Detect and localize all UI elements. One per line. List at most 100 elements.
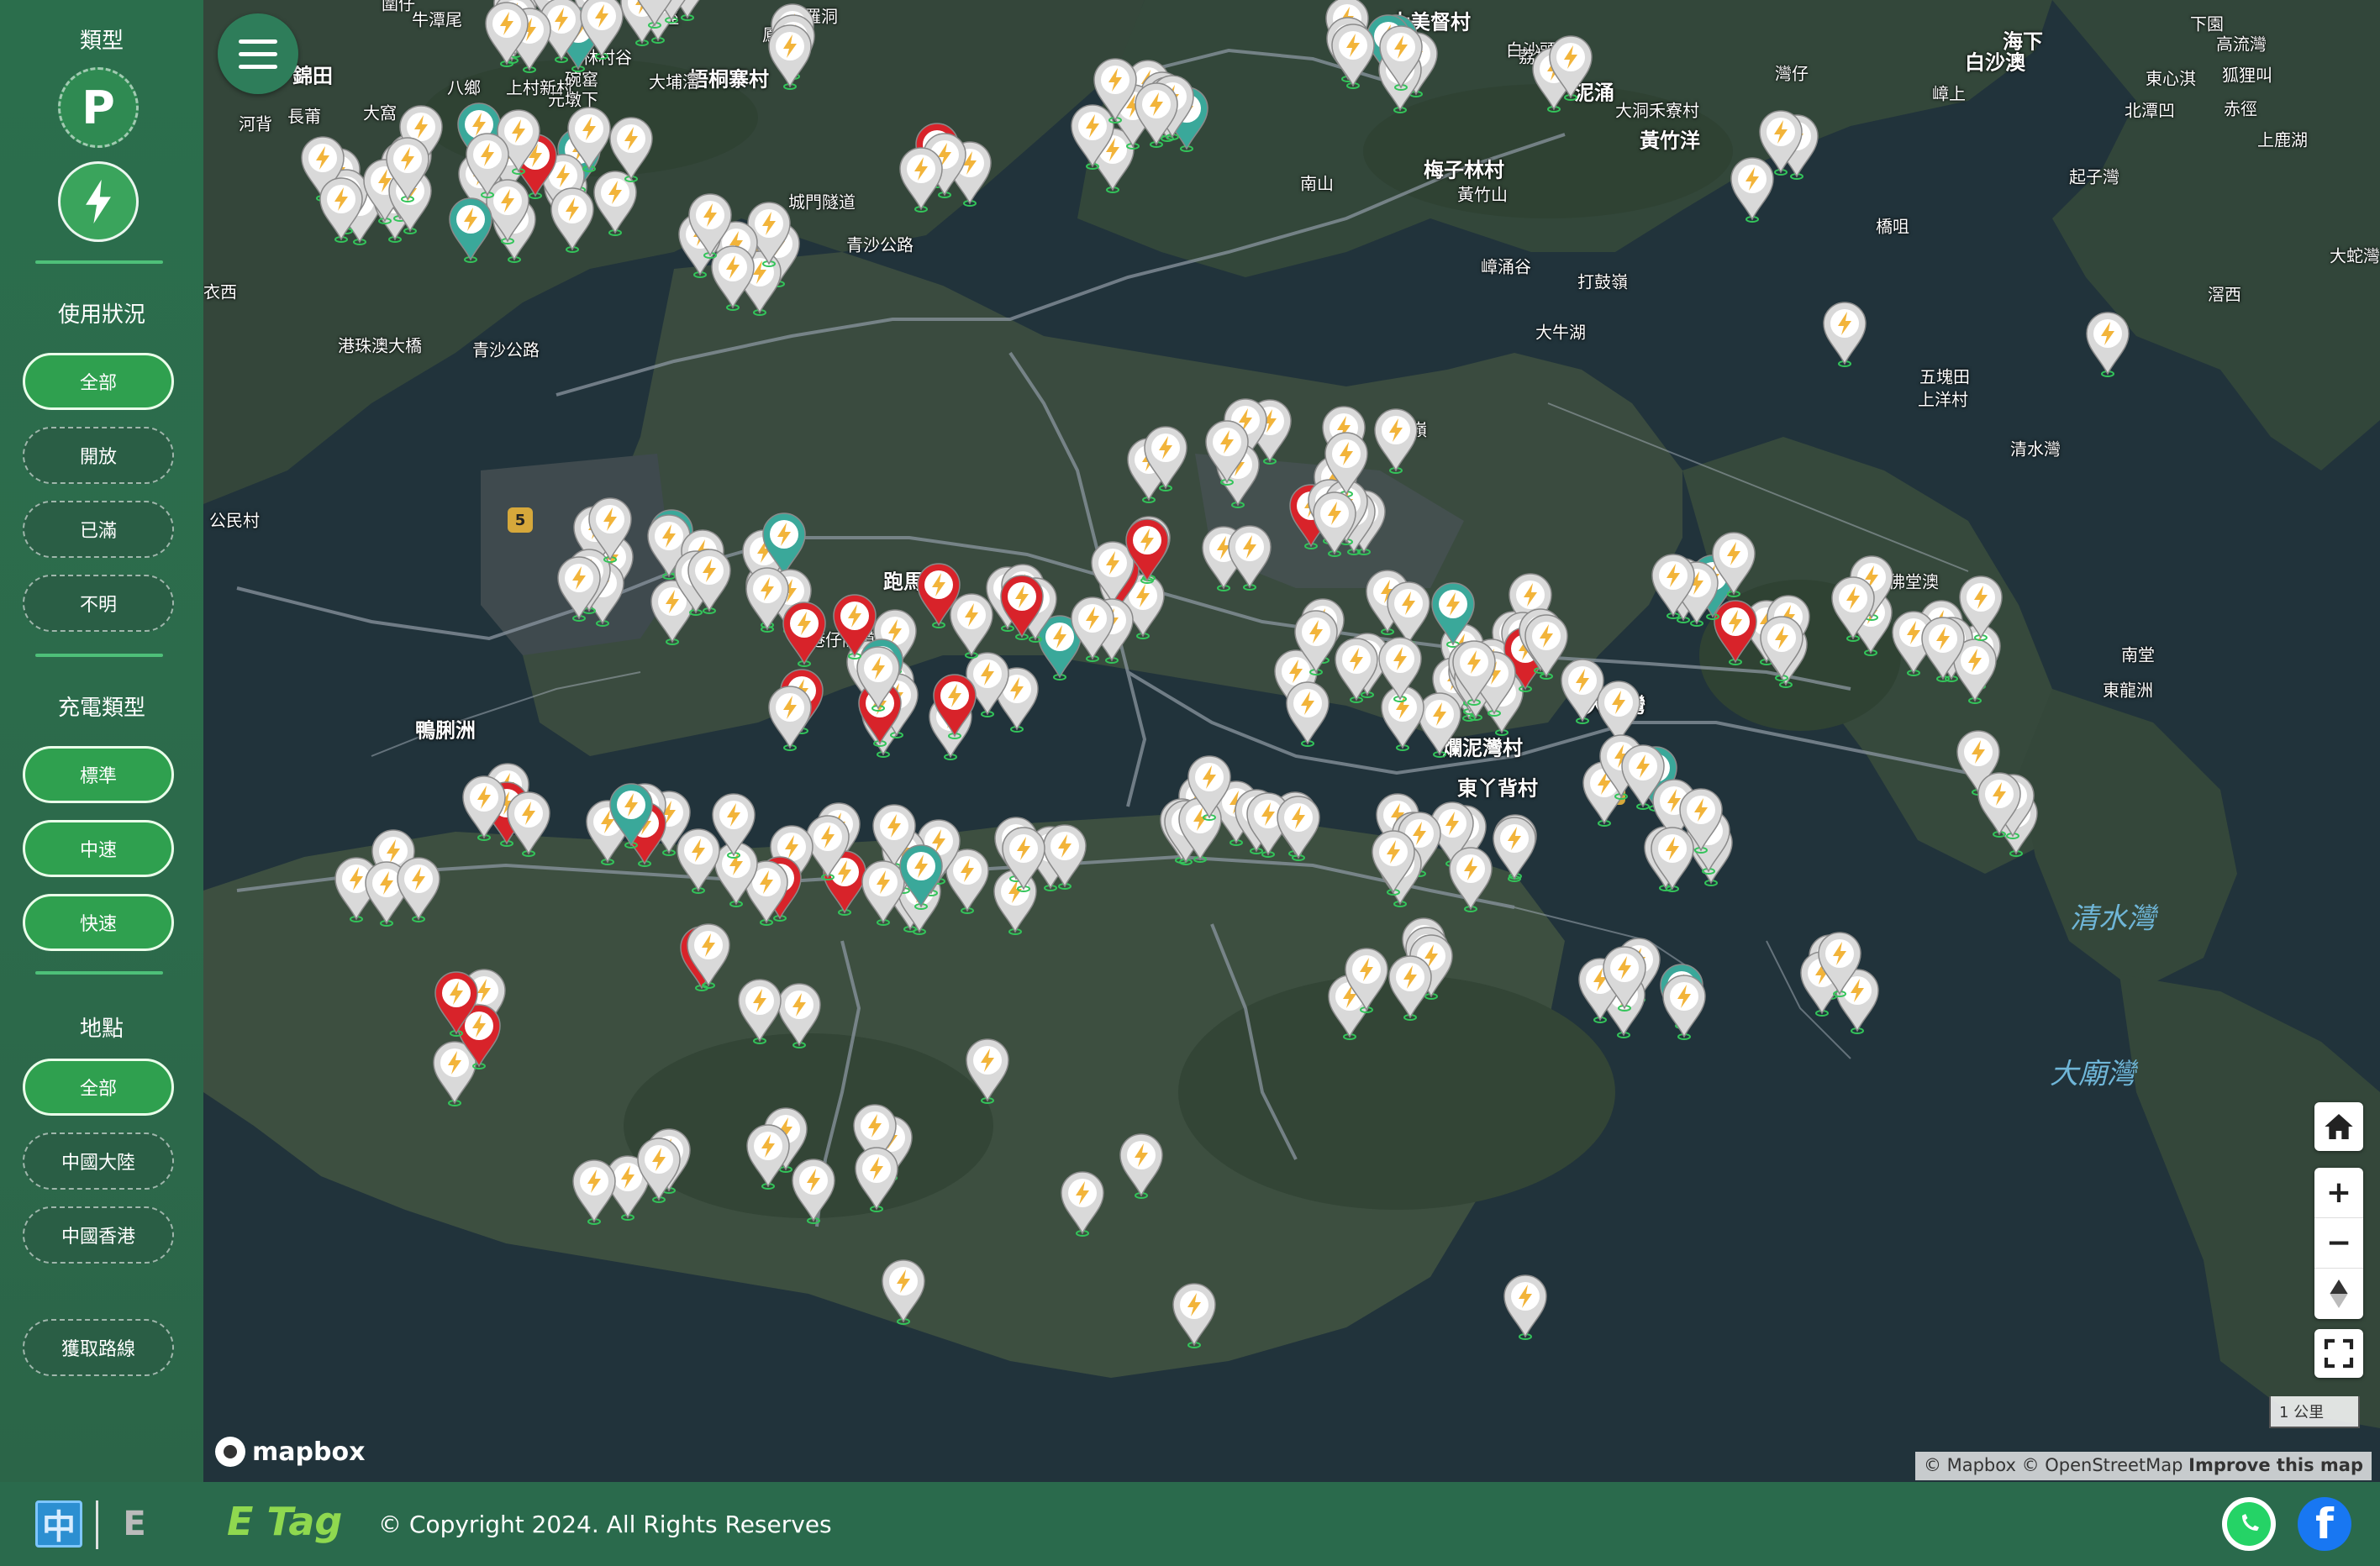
charger-marker[interactable] <box>1141 424 1190 491</box>
charger-marker[interactable] <box>1058 1169 1107 1237</box>
charger-marker[interactable] <box>1369 828 1418 896</box>
charger-marker[interactable] <box>1446 845 1495 912</box>
zoom-out-button[interactable]: − <box>2314 1218 2363 1269</box>
charger-marker[interactable] <box>2083 310 2132 377</box>
charger-marker[interactable] <box>1132 81 1181 148</box>
charger-marker[interactable] <box>630 0 679 29</box>
charger-marker[interactable] <box>766 684 814 752</box>
charger-marker[interactable] <box>432 970 481 1037</box>
charger-marker[interactable] <box>607 115 656 182</box>
charger-marker[interactable] <box>999 825 1048 893</box>
whatsapp-button[interactable] <box>2222 1497 2276 1551</box>
charger-marker[interactable] <box>1649 552 1698 620</box>
charger-marker[interactable] <box>879 1258 928 1325</box>
charger-marker[interactable] <box>607 781 656 849</box>
charger-marker[interactable] <box>1123 517 1172 585</box>
charger-marker[interactable] <box>852 1145 901 1213</box>
charger-marker[interactable] <box>463 131 512 198</box>
charger-marker[interactable] <box>1501 1273 1550 1341</box>
charger-marker[interactable] <box>998 573 1046 641</box>
charger-marker[interactable] <box>963 1037 1012 1104</box>
charge-fast-button[interactable]: 快速 <box>23 894 174 951</box>
charger-marker[interactable] <box>1450 638 1498 707</box>
charging-type-button[interactable] <box>58 161 139 242</box>
charger-marker[interactable] <box>766 23 814 91</box>
charger-marker[interactable] <box>1815 930 1864 997</box>
map-canvas[interactable]: 錦田八鄉上村新村梧桐寨村林村谷碗窰大埔滘元墩下沙羅洞鳳園大美督村白沙頭洲荔枝莊灣… <box>203 0 2380 1482</box>
charger-marker[interactable] <box>1329 22 1377 90</box>
location-hongkong-button[interactable]: 中國香港 <box>23 1206 174 1264</box>
charger-marker[interactable] <box>586 496 634 564</box>
parking-type-button[interactable]: P <box>58 67 139 148</box>
charger-marker[interactable] <box>1225 523 1274 591</box>
charger-marker[interactable] <box>1660 973 1709 1041</box>
charger-marker[interactable] <box>897 843 945 911</box>
facebook-button[interactable]: f <box>2298 1497 2351 1551</box>
charger-marker[interactable] <box>1170 1281 1219 1348</box>
status-full-button[interactable]: 已滿 <box>23 501 174 558</box>
charger-marker[interactable] <box>1310 490 1359 558</box>
location-mainland-button[interactable]: 中國大陸 <box>23 1132 174 1190</box>
charger-marker[interactable] <box>685 547 734 615</box>
charger-marker[interactable] <box>1203 418 1251 486</box>
charger-marker[interactable] <box>383 135 432 202</box>
charger-marker[interactable] <box>1372 407 1420 475</box>
charger-marker[interactable] <box>1728 155 1777 223</box>
charger-marker[interactable] <box>1342 946 1391 1014</box>
charger-marker[interactable] <box>1677 786 1725 854</box>
charger-marker[interactable] <box>1956 574 2005 641</box>
charger-marker[interactable] <box>634 1136 683 1203</box>
get-route-button[interactable]: 獲取路線 <box>23 1319 174 1376</box>
charger-marker[interactable] <box>780 600 829 668</box>
compass-button[interactable] <box>2314 1269 2363 1319</box>
charger-marker[interactable] <box>930 672 979 740</box>
lang-english-button[interactable]: E <box>111 1500 158 1548</box>
mapbox-logo[interactable]: mapbox <box>215 1437 365 1467</box>
zoom-in-button[interactable]: + <box>2314 1168 2363 1218</box>
status-open-button[interactable]: 開放 <box>23 427 174 484</box>
charger-marker[interactable] <box>897 145 945 213</box>
status-all-button[interactable]: 全部 <box>23 353 174 410</box>
charger-marker[interactable] <box>555 554 603 623</box>
charger-marker[interactable] <box>548 186 597 253</box>
charger-marker[interactable] <box>1546 34 1595 101</box>
charger-marker[interactable] <box>1283 680 1332 747</box>
charger-marker[interactable] <box>1386 954 1435 1022</box>
improve-map-link[interactable]: Improve this map <box>2188 1455 2363 1475</box>
charger-marker[interactable] <box>1975 770 2024 838</box>
charger-marker[interactable] <box>1429 581 1477 649</box>
home-button[interactable] <box>2314 1102 2363 1151</box>
charger-marker[interactable] <box>1068 595 1117 663</box>
lang-chinese-button[interactable]: 中 <box>35 1500 82 1548</box>
charger-marker[interactable] <box>1709 530 1758 598</box>
charger-marker[interactable] <box>1117 1132 1166 1200</box>
charger-marker[interactable] <box>789 1157 838 1224</box>
charger-marker[interactable] <box>1322 430 1371 497</box>
charger-marker[interactable] <box>735 977 784 1044</box>
charger-marker[interactable] <box>830 592 879 660</box>
charger-marker[interactable] <box>1820 300 1869 368</box>
charger-marker[interactable] <box>1829 575 1877 643</box>
charger-marker[interactable] <box>504 790 553 857</box>
charger-marker[interactable] <box>1490 815 1539 882</box>
charger-marker[interactable] <box>460 774 508 842</box>
charge-standard-button[interactable]: 標準 <box>23 746 174 803</box>
charger-marker[interactable] <box>1757 614 1806 682</box>
menu-button[interactable] <box>218 13 298 94</box>
status-unknown-button[interactable]: 不明 <box>23 575 174 632</box>
charge-medium-button[interactable]: 中速 <box>23 820 174 877</box>
location-all-button[interactable]: 全部 <box>23 1059 174 1116</box>
charger-marker[interactable] <box>570 1158 619 1225</box>
charger-marker[interactable] <box>686 192 735 259</box>
charger-marker[interactable] <box>744 1122 792 1190</box>
charger-marker[interactable] <box>446 196 495 263</box>
charger-marker[interactable] <box>1377 24 1425 91</box>
charger-marker[interactable] <box>1376 635 1424 703</box>
charger-marker[interactable] <box>1522 612 1571 681</box>
charger-marker[interactable] <box>1600 944 1649 1012</box>
charger-marker[interactable] <box>684 922 733 989</box>
charger-marker[interactable] <box>482 0 531 68</box>
charger-marker[interactable] <box>1292 608 1340 675</box>
charger-marker[interactable] <box>317 176 366 243</box>
charger-marker[interactable] <box>565 105 613 172</box>
